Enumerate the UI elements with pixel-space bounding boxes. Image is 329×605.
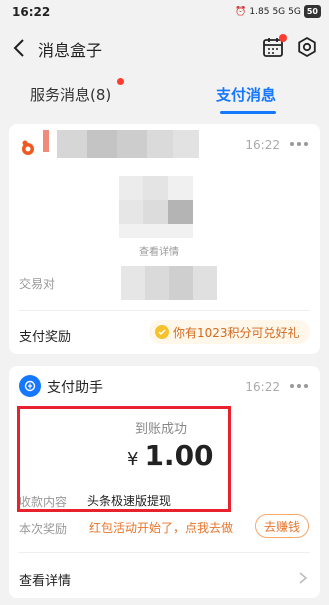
blurred-counterparty (121, 266, 217, 300)
payment-assistant-icon (19, 375, 41, 397)
view-detail-text: 查看详情 (139, 247, 179, 258)
coin-icon (155, 325, 169, 339)
status-icons: ⏰ 1.85 5G 5G 50 (235, 5, 321, 18)
collect-content-label: 收款内容 (19, 495, 68, 509)
tab-badge-dot (117, 78, 124, 85)
payment-message-card[interactable]: 16:22 查看详情 交易对 支付奖励 你有1023积分可兑好礼 (9, 124, 320, 354)
status-time: 16:22 (12, 5, 51, 19)
payment-assistant-card[interactable]: 支付助手 16:22 到账成功 ¥ 1.00 收款内容 头条极速版提现 本次奖励… (9, 366, 320, 598)
tab-payment-messages[interactable]: 支付消息 (216, 84, 276, 105)
page-title: 消息盒子 (38, 41, 103, 60)
blurred-amount (119, 176, 193, 238)
bonus-label: 本次奖励 (19, 522, 68, 536)
more-options-icon[interactable] (290, 137, 308, 151)
bonus-promo-text[interactable]: 红包活动开始了，点我去做 (89, 519, 233, 536)
points-reward-pill[interactable]: 你有1023积分可兑好礼 (149, 320, 310, 344)
active-tab-indicator (220, 111, 276, 114)
earn-money-button[interactable]: 去赚钱 (255, 514, 309, 538)
back-arrow-icon[interactable] (10, 37, 30, 59)
nav-bar: 消息盒子 (0, 24, 329, 72)
signal-icon-1: 5G (272, 6, 286, 17)
more-options-icon[interactable] (290, 379, 308, 393)
gear-icon[interactable] (296, 36, 318, 58)
message-time: 16:22 (245, 138, 280, 152)
blurred-title (43, 130, 203, 158)
message-time: 16:22 (245, 380, 280, 394)
net-speed: 1.85 (249, 6, 270, 17)
signal-icon-2: 5G (288, 6, 301, 17)
chevron-right-icon[interactable] (298, 571, 308, 585)
view-details-link[interactable]: 查看详情 (19, 570, 71, 589)
points-text: 你有1023积分可兑好礼 (173, 325, 300, 340)
amount-display: ¥ 1.00 (127, 439, 214, 472)
currency-symbol: ¥ (127, 449, 139, 470)
alarm-icon: ⏰ (235, 6, 247, 17)
calendar-badge-dot (279, 34, 287, 42)
trade-counterparty-label: 交易对 (19, 277, 56, 291)
app-logo-icon (22, 140, 34, 155)
message-tabs: 服务消息(8) 支付消息 (0, 72, 329, 116)
amount-value: 1.00 (144, 439, 214, 472)
transfer-status: 到账成功 (135, 422, 188, 437)
divider (19, 552, 310, 553)
collect-content-value: 头条极速版提现 (87, 494, 172, 508)
divider (19, 310, 310, 311)
payment-reward-label: 支付奖励 (19, 330, 72, 345)
tab-service-messages[interactable]: 服务消息(8) (30, 84, 111, 105)
battery-icon: 50 (303, 5, 321, 18)
assistant-title: 支付助手 (47, 380, 103, 396)
status-bar: 16:22 ⏰ 1.85 5G 5G 50 (0, 0, 329, 24)
